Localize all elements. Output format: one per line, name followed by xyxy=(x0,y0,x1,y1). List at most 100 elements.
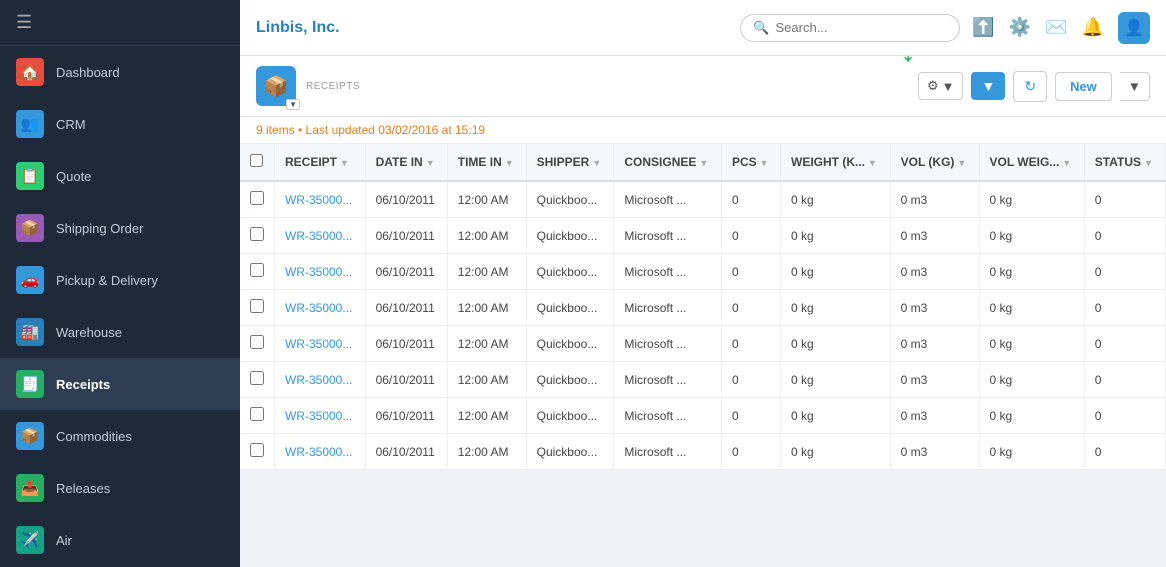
col-header-7[interactable]: WEIGHT (K...▼ xyxy=(781,144,891,181)
sidebar-item-commodities[interactable]: 📦 Commodities xyxy=(0,410,240,462)
company-name: Linbis, Inc. xyxy=(256,19,728,37)
new-button[interactable]: New xyxy=(1055,72,1112,101)
col-header-9[interactable]: VOL WEIG...▼ xyxy=(979,144,1084,181)
consignee-4: Microsoft ... xyxy=(614,326,722,362)
gear-dropdown-icon: ▼ xyxy=(942,79,955,94)
table-row: WR-35000... 06/10/2011 12:00 AM Quickboo… xyxy=(240,434,1166,470)
select-all-checkbox[interactable] xyxy=(250,154,263,167)
sidebar-item-quote[interactable]: 📋 Quote xyxy=(0,150,240,202)
shipping-icon: 📦 xyxy=(16,214,44,242)
row-checkbox-1[interactable] xyxy=(240,218,275,254)
page-header: 📦 ▼ RECEIPTS ↓ ⚙ ▼ ▼ ↻ New ▼ xyxy=(240,56,1166,117)
sidebar-label-receipts: Receipts xyxy=(56,377,110,392)
time-in-2: 12:00 AM xyxy=(447,254,526,290)
row-checkbox-5[interactable] xyxy=(240,362,275,398)
shipper-0: Quickboo... xyxy=(526,181,614,218)
sort-icon-8: ▼ xyxy=(957,158,966,168)
shipper-3: Quickboo... xyxy=(526,290,614,326)
vol-weig-1: 0 kg xyxy=(979,218,1084,254)
consignee-6: Microsoft ... xyxy=(614,398,722,434)
sidebar-item-pickup[interactable]: 🚗 Pickup & Delivery xyxy=(0,254,240,306)
col-header-8[interactable]: VOL (KG)▼ xyxy=(890,144,979,181)
hamburger-icon[interactable]: ☰ xyxy=(16,12,32,33)
date-in-5: 06/10/2011 xyxy=(365,362,447,398)
sort-icon-6: ▼ xyxy=(760,158,769,168)
main-content: Linbis, Inc. 🔍 ⬆️ ⚙️ ✉️ 🔔 👤 📦 ▼ RECEIPTS xyxy=(240,0,1166,567)
sidebar-item-shipping[interactable]: 📦 Shipping Order xyxy=(0,202,240,254)
bell-icon[interactable]: 🔔 xyxy=(1082,17,1104,38)
row-checkbox-2[interactable] xyxy=(240,254,275,290)
commodities-icon: 📦 xyxy=(16,422,44,450)
search-box[interactable]: 🔍 xyxy=(740,14,960,42)
col-header-10[interactable]: STATUS▼ xyxy=(1084,144,1165,181)
page-actions: ⚙ ▼ ▼ ↻ New ▼ xyxy=(918,71,1150,102)
date-in-4: 06/10/2011 xyxy=(365,326,447,362)
time-in-3: 12:00 AM xyxy=(447,290,526,326)
weight-7: 0 kg xyxy=(781,434,891,470)
mail-icon[interactable]: ✉️ xyxy=(1045,17,1067,38)
sidebar-item-receipts[interactable]: 🧾 Receipts xyxy=(0,358,240,410)
crm-icon: 👥 xyxy=(16,110,44,138)
search-input[interactable] xyxy=(776,20,948,35)
row-checkbox-6[interactable] xyxy=(240,398,275,434)
row-checkbox-7[interactable] xyxy=(240,434,275,470)
row-checkbox-4[interactable] xyxy=(240,326,275,362)
search-icon: 🔍 xyxy=(753,20,769,36)
pcs-6: 0 xyxy=(721,398,780,434)
avatar[interactable]: 👤 xyxy=(1118,12,1150,44)
gear-settings-icon: ⚙ xyxy=(927,78,939,94)
col-header-0[interactable] xyxy=(240,144,275,181)
filter-button[interactable]: ▼ xyxy=(971,72,1005,100)
new-dropdown-button[interactable]: ▼ xyxy=(1120,72,1150,101)
receipt-link-0[interactable]: WR-35000... xyxy=(275,181,366,218)
consignee-5: Microsoft ... xyxy=(614,362,722,398)
col-header-1[interactable]: RECEIPT▼ xyxy=(275,144,366,181)
row-checkbox-3[interactable] xyxy=(240,290,275,326)
col-header-6[interactable]: PCS▼ xyxy=(721,144,780,181)
status-1: 0 xyxy=(1084,218,1165,254)
col-header-2[interactable]: DATE IN▼ xyxy=(365,144,447,181)
refresh-button[interactable]: ↻ xyxy=(1013,71,1047,102)
sidebar-item-air[interactable]: ✈️ Air xyxy=(0,514,240,566)
receipt-link-1[interactable]: WR-35000... xyxy=(275,218,366,254)
col-header-5[interactable]: CONSIGNEE▼ xyxy=(614,144,722,181)
sidebar-item-dashboard[interactable]: 🏠 Dashboard xyxy=(0,46,240,98)
table-row: WR-35000... 06/10/2011 12:00 AM Quickboo… xyxy=(240,398,1166,434)
col-header-3[interactable]: TIME IN▼ xyxy=(447,144,526,181)
col-label-4: SHIPPER xyxy=(537,155,590,169)
row-checkbox-0[interactable] xyxy=(240,181,275,218)
receipt-link-5[interactable]: WR-35000... xyxy=(275,362,366,398)
gear-icon[interactable]: ⚙️ xyxy=(1009,17,1031,38)
table-row: WR-35000... 06/10/2011 12:00 AM Quickboo… xyxy=(240,326,1166,362)
time-in-1: 12:00 AM xyxy=(447,218,526,254)
date-in-1: 06/10/2011 xyxy=(365,218,447,254)
receipt-link-7[interactable]: WR-35000... xyxy=(275,434,366,470)
sidebar-item-releases[interactable]: 📤 Releases xyxy=(0,462,240,514)
pickup-icon: 🚗 xyxy=(16,266,44,294)
date-in-0: 06/10/2011 xyxy=(365,181,447,218)
sidebar-label-quote: Quote xyxy=(56,169,91,184)
sidebar-label-warehouse: Warehouse xyxy=(56,325,122,340)
table-row: WR-35000... 06/10/2011 12:00 AM Quickboo… xyxy=(240,218,1166,254)
status-0: 0 xyxy=(1084,181,1165,218)
time-in-5: 12:00 AM xyxy=(447,362,526,398)
pcs-1: 0 xyxy=(721,218,780,254)
consignee-0: Microsoft ... xyxy=(614,181,722,218)
receipt-link-4[interactable]: WR-35000... xyxy=(275,326,366,362)
weight-4: 0 kg xyxy=(781,326,891,362)
vol-kg-4: 0 m3 xyxy=(890,326,979,362)
receipt-link-6[interactable]: WR-35000... xyxy=(275,398,366,434)
table-wrapper: RECEIPT▼DATE IN▼TIME IN▼SHIPPER▼CONSIGNE… xyxy=(240,144,1166,470)
col-header-4[interactable]: SHIPPER▼ xyxy=(526,144,614,181)
receipt-link-2[interactable]: WR-35000... xyxy=(275,254,366,290)
upload-icon[interactable]: ⬆️ xyxy=(972,17,994,38)
time-in-7: 12:00 AM xyxy=(447,434,526,470)
date-in-7: 06/10/2011 xyxy=(365,434,447,470)
settings-button[interactable]: ⚙ ▼ xyxy=(918,72,964,100)
receipt-link-3[interactable]: WR-35000... xyxy=(275,290,366,326)
topbar-icons: ⬆️ ⚙️ ✉️ 🔔 👤 xyxy=(972,12,1150,44)
sidebar-item-warehouse[interactable]: 🏭 Warehouse xyxy=(0,306,240,358)
col-label-8: VOL (KG) xyxy=(901,155,955,169)
sidebar-item-crm[interactable]: 👥 CRM xyxy=(0,98,240,150)
air-icon: ✈️ xyxy=(16,526,44,554)
